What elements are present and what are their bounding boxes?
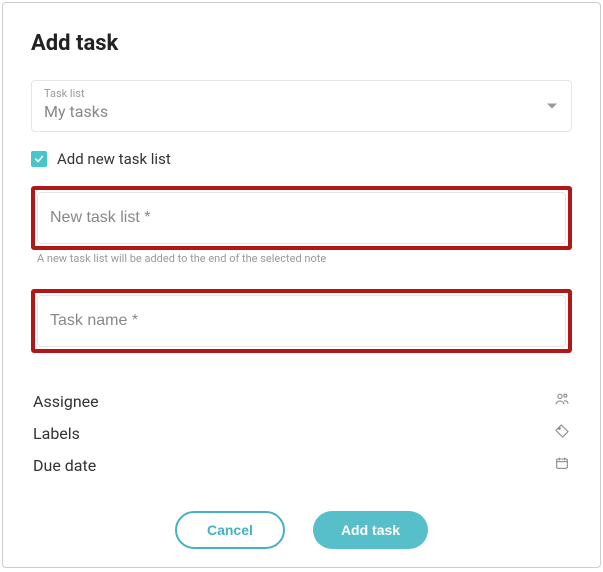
cancel-button[interactable]: Cancel [175,511,285,549]
assignee-icon [554,391,570,411]
add-new-list-checkbox-row[interactable]: Add new task list [31,150,572,168]
tag-icon [554,423,570,443]
labels-label: Labels [33,424,80,443]
task-name-input[interactable] [37,295,566,347]
new-task-list-helper: A new task list will be added to the end… [31,252,572,265]
highlight-task-name [31,289,572,353]
dialog-footer: Cancel Add task [3,511,600,549]
task-list-select-label: Task list [44,87,559,100]
assignee-row[interactable]: Assignee [31,385,572,417]
due-date-row[interactable]: Due date [31,449,572,481]
task-list-select[interactable]: Task list My tasks [31,80,572,132]
add-task-button[interactable]: Add task [313,511,428,549]
assignee-label: Assignee [33,392,99,411]
new-task-list-input[interactable] [37,192,566,244]
checkbox-checked-icon [31,151,47,167]
dialog-title: Add task [31,31,572,56]
labels-row[interactable]: Labels [31,417,572,449]
due-date-label: Due date [33,456,96,475]
add-task-dialog: Add task Task list My tasks Add new task… [2,2,601,568]
chevron-down-icon [547,104,557,109]
calendar-icon [554,455,570,475]
highlight-new-task-list [31,186,572,250]
task-list-select-value: My tasks [44,102,108,121]
add-new-list-label: Add new task list [57,150,171,168]
